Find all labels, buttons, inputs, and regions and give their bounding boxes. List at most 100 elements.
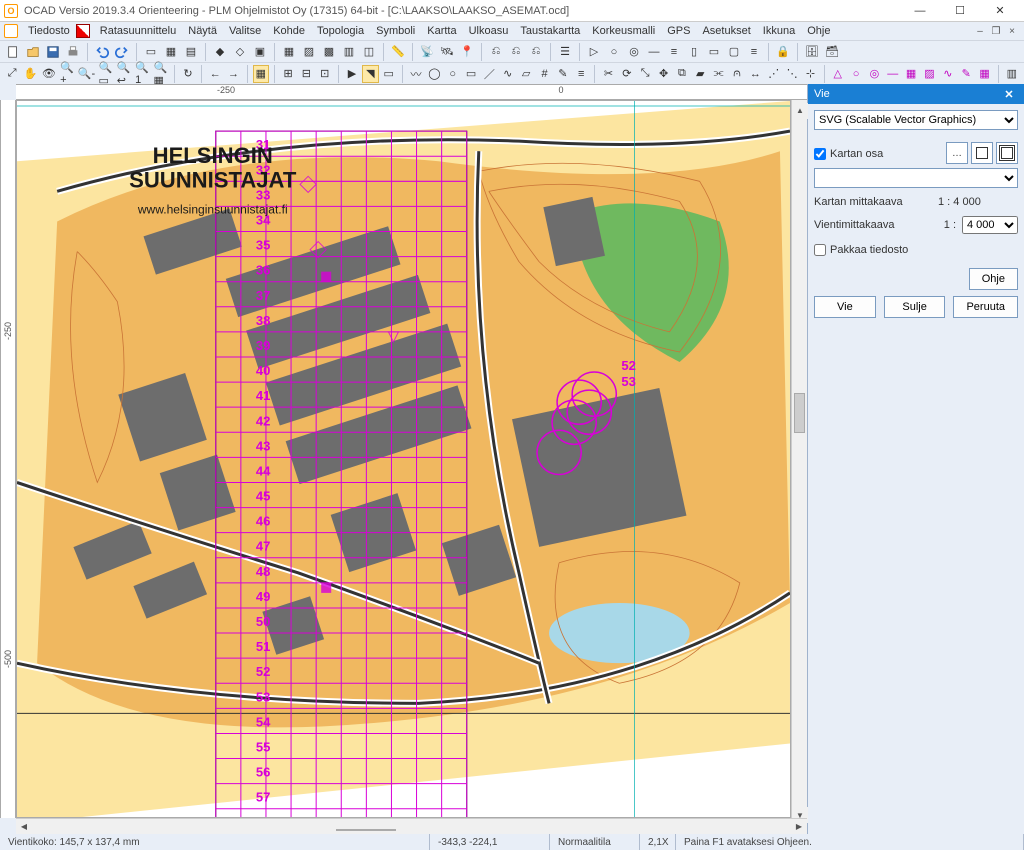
menu-valitse[interactable]: Valitse [223, 25, 267, 37]
redo-button[interactable] [113, 43, 131, 61]
edit-scale-button[interactable]: ⤡ [637, 65, 653, 83]
course-8-button[interactable]: ▢ [725, 43, 743, 61]
print-button[interactable] [64, 43, 82, 61]
sym-curve-button[interactable]: ∿ [940, 65, 956, 83]
tool-b-button[interactable]: ⎌ [507, 43, 525, 61]
symbol-1-button[interactable]: ◆ [211, 43, 229, 61]
nav-prev-button[interactable]: ← [207, 65, 223, 83]
draw-num-button[interactable]: # [536, 65, 552, 83]
menu-ulkoasu[interactable]: Ulkoasu [463, 25, 515, 37]
edit-rev-button[interactable]: ↔ [747, 65, 763, 83]
new-file-button[interactable] [4, 43, 22, 61]
sym-triangle-button[interactable]: △ [830, 65, 846, 83]
course-7-button[interactable]: ▭ [705, 43, 723, 61]
edit-x3-button[interactable]: ⊹ [802, 65, 818, 83]
zoom-prev-button[interactable]: 🔍↩ [116, 65, 132, 83]
menu-nayta[interactable]: Näytä [182, 25, 223, 37]
edit-join-button[interactable]: ⫘ [710, 65, 726, 83]
bgmap-5-button[interactable]: ◫ [360, 43, 378, 61]
nav-next-button[interactable]: → [225, 65, 241, 83]
pan-follow-button[interactable]: 👁 [41, 65, 57, 83]
scroll-right-button[interactable]: ▶ [791, 819, 807, 835]
edit-merge-button[interactable]: ⩀ [729, 65, 745, 83]
edit-fill-button[interactable]: ▰ [692, 65, 708, 83]
cancel-button[interactable]: Peruuta [953, 296, 1018, 318]
edit-cut-button[interactable]: ✂ [600, 65, 616, 83]
course-6-button[interactable]: ▯ [685, 43, 703, 61]
mdi-close-button[interactable]: × [1004, 24, 1020, 38]
edit-x2-button[interactable]: ⋱ [784, 65, 800, 83]
select-box-button[interactable]: ▭ [381, 65, 397, 83]
structure-button[interactable]: ▥ [1004, 65, 1020, 83]
window-manage-button[interactable]: ▭ [142, 43, 160, 61]
select-arrow-button[interactable]: ▶ [344, 65, 360, 83]
lock-button[interactable]: 🔒 [774, 43, 792, 61]
edit-x1-button[interactable]: ⋰ [766, 65, 782, 83]
sym-dcircle-button[interactable]: ◎ [866, 65, 882, 83]
draw-ellipse-button[interactable]: ◯ [426, 65, 442, 83]
app-menu-icon[interactable] [4, 24, 18, 38]
select-edit-button[interactable]: ◥ [362, 65, 378, 83]
zoom-out-button[interactable]: 🔍- [77, 65, 95, 83]
draw-rect-button[interactable]: ▭ [463, 65, 479, 83]
menu-tiedosto[interactable]: Tiedosto [22, 25, 76, 37]
menu-gps[interactable]: GPS [661, 25, 696, 37]
draw-curve-button[interactable]: 〰 [408, 65, 424, 83]
sym-line-button[interactable]: — [885, 65, 901, 83]
pan-button[interactable]: ✋ [22, 65, 38, 83]
course-9-button[interactable]: ≡ [745, 43, 763, 61]
draw-line-button[interactable]: ／ [481, 65, 497, 83]
snap-2-button[interactable]: ⊟ [298, 65, 314, 83]
draw-freehand-button[interactable]: ✎ [555, 65, 571, 83]
legend-button[interactable]: ☰ [556, 43, 574, 61]
help-button[interactable]: Ohje [969, 268, 1018, 290]
part-pick-button[interactable]: … [946, 142, 968, 164]
grid-toggle-button[interactable]: ▦ [253, 65, 269, 83]
sym-pen-button[interactable]: ✎ [958, 65, 974, 83]
zoom-100-button[interactable]: 🔍1 [134, 65, 150, 83]
sym-grid-button[interactable]: ▦ [903, 65, 919, 83]
bgmap-2-button[interactable]: ▨ [300, 43, 318, 61]
save-button[interactable] [44, 43, 62, 61]
layer-button[interactable]: ▤ [182, 43, 200, 61]
db2-button[interactable]: 🗃 [823, 43, 841, 61]
pack-file-checkbox[interactable] [814, 244, 826, 256]
draw-free-button[interactable]: ∿ [500, 65, 516, 83]
scrollbar-vertical[interactable]: ▲ ▼ [791, 100, 807, 818]
part-rect-button[interactable] [971, 142, 993, 164]
tool-a-button[interactable]: ⎌ [487, 43, 505, 61]
zoom-sel-button[interactable]: 🔍▭ [97, 65, 113, 83]
menu-ohje[interactable]: Ohje [801, 25, 836, 37]
mdi-restore-button[interactable]: ❐ [988, 24, 1004, 38]
menu-ikkuna[interactable]: Ikkuna [757, 25, 801, 37]
zoom-extent-button[interactable]: ⤢ [4, 65, 20, 83]
bgmap-3-button[interactable]: ▩ [320, 43, 338, 61]
menu-topologia[interactable]: Topologia [311, 25, 370, 37]
menu-kartta[interactable]: Kartta [421, 25, 462, 37]
menu-ratasuunnittelu[interactable]: Ratasuunnittelu [94, 25, 182, 37]
export-scale-combo[interactable]: 4 000 [962, 216, 1018, 234]
sym-table-button[interactable]: ▦ [976, 65, 992, 83]
gps-3-button[interactable]: 📍 [458, 43, 476, 61]
color-button[interactable]: ▦ [162, 43, 180, 61]
open-file-button[interactable] [24, 43, 42, 61]
part-full-button[interactable] [996, 142, 1018, 164]
export-format-combo[interactable]: SVG (Scalable Vector Graphics) [814, 110, 1018, 130]
course-1-button[interactable]: ▷ [585, 43, 603, 61]
menu-asetukset[interactable]: Asetukset [696, 25, 756, 37]
sym-hatch-button[interactable]: ▨ [921, 65, 937, 83]
menu-kohde[interactable]: Kohde [267, 25, 311, 37]
export-button[interactable]: Vie [814, 296, 876, 318]
course-5-button[interactable]: ≡ [665, 43, 683, 61]
close-panel-button[interactable]: Sulje [884, 296, 946, 318]
zoom-in-button[interactable]: 🔍+ [59, 65, 75, 83]
course-4-button[interactable]: — [645, 43, 663, 61]
gps-1-button[interactable]: 📡 [418, 43, 436, 61]
edit-dup-button[interactable]: ⧉ [674, 65, 690, 83]
map-viewport[interactable]: 3132333435363738394041424344454647484950… [16, 100, 791, 818]
tool-c-button[interactable]: ⎌ [527, 43, 545, 61]
part-of-map-checkbox[interactable] [814, 148, 826, 160]
course-2-button[interactable]: ○ [605, 43, 623, 61]
draw-poly-button[interactable]: ▱ [518, 65, 534, 83]
export-panel-header[interactable]: Vie ✕ [808, 84, 1024, 104]
